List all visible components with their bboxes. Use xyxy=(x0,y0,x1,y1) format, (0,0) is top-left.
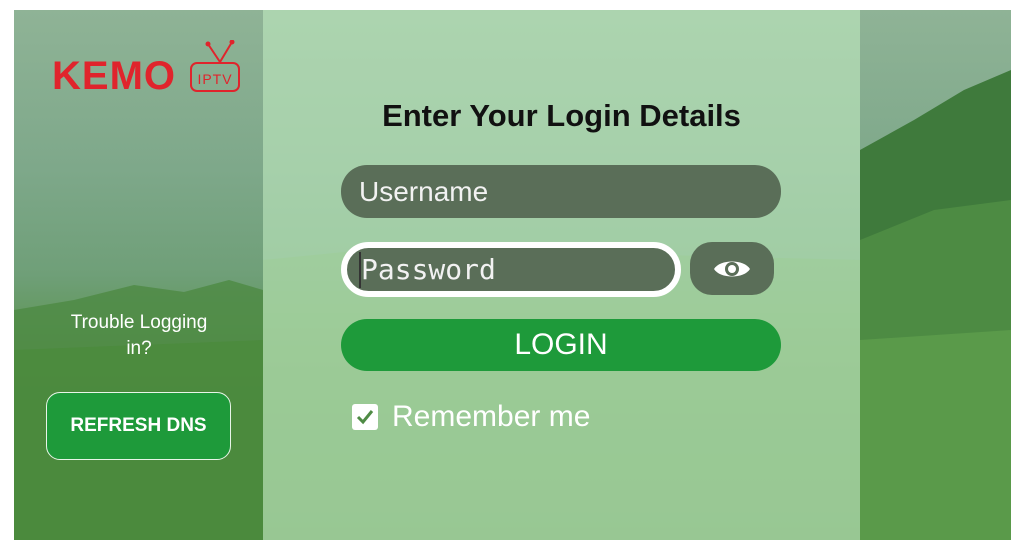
checkbox-checked-icon xyxy=(352,404,378,430)
show-password-button[interactable] xyxy=(690,242,774,295)
remember-me-checkbox[interactable]: Remember me xyxy=(352,400,590,434)
password-placeholder: Password xyxy=(361,253,496,286)
remember-me-label: Remember me xyxy=(392,400,591,433)
logo-wordmark: KEMO xyxy=(52,54,176,98)
refresh-dns-button[interactable]: REFRESH DNS xyxy=(46,392,231,460)
trouble-logging-in-text: Trouble Logging in? xyxy=(70,312,208,359)
page-title: Enter Your Login Details xyxy=(382,98,741,133)
password-input[interactable]: Password xyxy=(341,242,681,297)
username-input[interactable]: Username xyxy=(341,165,781,218)
kemo-iptv-logo: KEMO IPTV xyxy=(52,40,252,98)
tv-antenna-icon xyxy=(205,40,235,63)
eye-icon xyxy=(714,261,750,276)
app-screen: KEMO IPTV Trouble Logging in? REFRESH DN… xyxy=(14,10,1011,540)
logo-iptv-badge: IPTV xyxy=(190,62,240,92)
login-button[interactable]: LOGIN xyxy=(341,319,781,371)
